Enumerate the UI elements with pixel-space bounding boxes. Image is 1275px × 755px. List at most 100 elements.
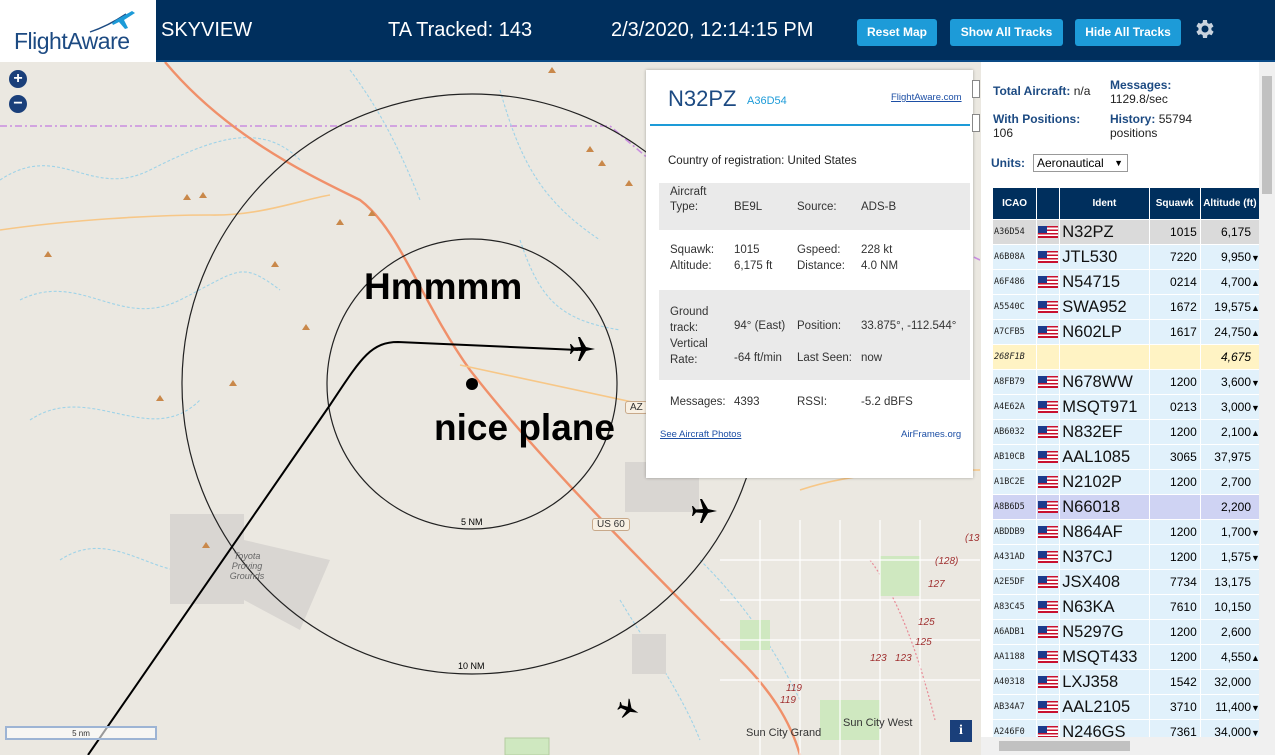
annotation-hmmmm: Hmmmm — [364, 266, 523, 307]
table-row[interactable]: A4E62A MSQT971 0213 3,000▼ — [991, 394, 1261, 420]
aircraft-squawk-cell: 0214 — [1148, 269, 1201, 295]
route-number: 123 — [870, 653, 887, 664]
aircraft-table-body: A36D54 N32PZ 1015 6,175 A6B08A JTL530 7220 9,95… — [991, 219, 1261, 745]
table-row[interactable]: A83C45 N63KA 7610 10,150 — [991, 594, 1261, 620]
map-info-button[interactable]: i — [950, 720, 972, 742]
table-row[interactable]: 268F1B 4,675 — [991, 344, 1261, 370]
horizontal-scrollbar[interactable] — [981, 737, 1259, 755]
last-seen-label: Last Seen: — [797, 352, 852, 364]
route-number: (128) — [935, 556, 959, 567]
position-value: 33.875°, -112.544° — [861, 320, 957, 332]
altitude-value: 2,100 — [1220, 425, 1251, 439]
us-flag-icon — [1038, 501, 1059, 514]
altitude-trend-icon: ▲ — [1251, 278, 1260, 288]
us-flag-icon — [1038, 576, 1059, 589]
aircraft-ident-cell: N37CJ — [1059, 544, 1150, 570]
table-row[interactable]: ABDDB9 N864AF 1200 1,700▼ — [991, 519, 1261, 545]
table-row[interactable]: A5540C SWA952 1672 19,575▲ — [991, 294, 1261, 320]
panel-edge-icon[interactable] — [972, 80, 980, 98]
altitude-value: 11,400 — [1215, 700, 1251, 714]
units-select[interactable]: Aeronautical ▼ — [1033, 154, 1128, 172]
aircraft-icao-cell: A6ADB1 — [991, 619, 1038, 645]
show-all-tracks-button[interactable]: Show All Tracks — [950, 19, 1063, 46]
column-header-icao[interactable]: ICAO — [991, 187, 1038, 220]
aircraft-track — [87, 340, 579, 755]
altitude-value: 1,700 — [1220, 525, 1251, 539]
flightaware-link[interactable]: FlightAware.com — [891, 92, 962, 103]
route-shield-us60: US 60 — [592, 518, 630, 531]
table-row[interactable]: A40318 LXJ358 1542 32,000 — [991, 669, 1261, 695]
table-row[interactable]: A7CFB5 N602LP 1617 24,750▲ — [991, 319, 1261, 345]
selected-icao: A36D54 — [747, 95, 787, 107]
us-flag-icon — [1038, 251, 1059, 264]
table-row[interactable]: A6ADB1 N5297G 1200 2,600 — [991, 619, 1261, 645]
aircraft-altitude-cell: 4,550▲ — [1199, 644, 1261, 670]
aircraft-altitude-cell: 9,950▼ — [1199, 244, 1261, 270]
us-flag-icon — [1038, 451, 1059, 464]
aircraft-type-value: BE9L — [734, 201, 763, 213]
panel-edge-icon[interactable] — [972, 114, 980, 132]
table-row[interactable]: AB10CB AAL1085 3065 37,975 — [991, 444, 1261, 470]
with-positions-value: 106 — [993, 126, 1014, 140]
column-header-ident[interactable]: Ident — [1059, 187, 1150, 220]
altitude-value: 24,750 — [1214, 325, 1251, 339]
aircraft-squawk-cell: 1200 — [1148, 519, 1201, 545]
altitude-trend-icon: ▲ — [1251, 653, 1260, 663]
us-flag-icon — [1038, 426, 1059, 439]
aircraft-icao-cell: A40318 — [991, 669, 1038, 695]
gspeed-value: 228 kt — [861, 244, 893, 256]
aircraft-squawk-cell: 7734 — [1148, 569, 1201, 595]
table-row[interactable]: A36D54 N32PZ 1015 6,175 — [991, 219, 1261, 245]
annotation-nice-plane: nice plane — [434, 407, 615, 448]
aircraft-ident-cell: AAL2105 — [1059, 694, 1150, 720]
aircraft-ident-cell: MSQT971 — [1059, 394, 1150, 420]
gear-icon[interactable] — [1192, 17, 1216, 41]
units-label: Units: — [991, 156, 1025, 170]
table-row[interactable]: AA1188 MSQT433 1200 4,550▲ — [991, 644, 1261, 670]
route-shield-az: AZ — [625, 401, 648, 414]
table-row[interactable]: A431AD N37CJ 1200 1,575▼ — [991, 544, 1261, 570]
hide-all-tracks-button[interactable]: Hide All Tracks — [1075, 19, 1181, 46]
table-row[interactable]: A8FB79 N678WW 1200 3,600▼ — [991, 369, 1261, 395]
table-row[interactable]: AB6032 N832EF 1200 2,100▲ — [991, 419, 1261, 445]
flightaware-logo[interactable]: FlightAware — [0, 0, 156, 62]
scrollbar-thumb[interactable] — [999, 741, 1130, 751]
panel-divider — [650, 124, 970, 126]
position-label: Position: — [797, 320, 842, 332]
airframes-link[interactable]: AirFrames.org — [901, 429, 961, 440]
column-header-squawk[interactable]: Squawk — [1148, 187, 1201, 220]
aircraft-altitude-cell: 2,200 — [1199, 494, 1261, 520]
table-row[interactable]: A6B08A JTL530 7220 9,950▼ — [991, 244, 1261, 270]
scrollbar-thumb[interactable] — [1262, 76, 1272, 194]
zoom-in-button[interactable]: + — [9, 70, 27, 88]
column-header-flag[interactable] — [1036, 187, 1061, 220]
us-flag-icon — [1038, 276, 1059, 289]
table-row[interactable]: A6F486 N54715 0214 4,700▲ — [991, 269, 1261, 295]
us-flag-icon — [1038, 651, 1059, 664]
altitude-value: 2,200 — [1220, 500, 1251, 514]
aircraft-photos-link[interactable]: See Aircraft Photos — [660, 429, 741, 440]
history-label: History: — [1110, 112, 1156, 126]
aircraft-altitude-cell: 6,175 — [1199, 219, 1261, 245]
total-aircraft-label: Total Aircraft: — [993, 84, 1071, 98]
aircraft-icao-cell: AA1188 — [991, 644, 1038, 670]
reset-map-button[interactable]: Reset Map — [857, 19, 937, 46]
aircraft-ident-cell: JSX408 — [1059, 569, 1150, 595]
altitude-value: 1,575 — [1220, 550, 1251, 564]
aircraft-icao-cell: AB34A7 — [991, 694, 1038, 720]
aircraft-squawk-cell: 0213 — [1148, 394, 1201, 420]
country-flag-cell — [1036, 494, 1061, 520]
table-row[interactable]: A1BC2E N2102P 1200 2,700 — [991, 469, 1261, 495]
table-row[interactable]: AB34A7 AAL2105 3710 11,400▼ — [991, 694, 1261, 720]
vertical-scrollbar[interactable] — [1259, 62, 1275, 755]
us-flag-icon — [1038, 701, 1059, 714]
table-row[interactable]: A8B6D5 N66018 2,200 — [991, 494, 1261, 520]
route-number: 123 — [895, 653, 912, 664]
column-header-altitude[interactable]: Altitude (ft) — [1199, 187, 1261, 220]
table-row[interactable]: A2E5DF JSX408 7734 13,175 — [991, 569, 1261, 595]
route-number: 125 — [915, 637, 932, 648]
zoom-out-button[interactable]: − — [9, 95, 27, 113]
aircraft-icao-cell: A8B6D5 — [991, 494, 1038, 520]
aircraft-icao-cell: A431AD — [991, 544, 1038, 570]
us-flag-icon — [1038, 551, 1059, 564]
